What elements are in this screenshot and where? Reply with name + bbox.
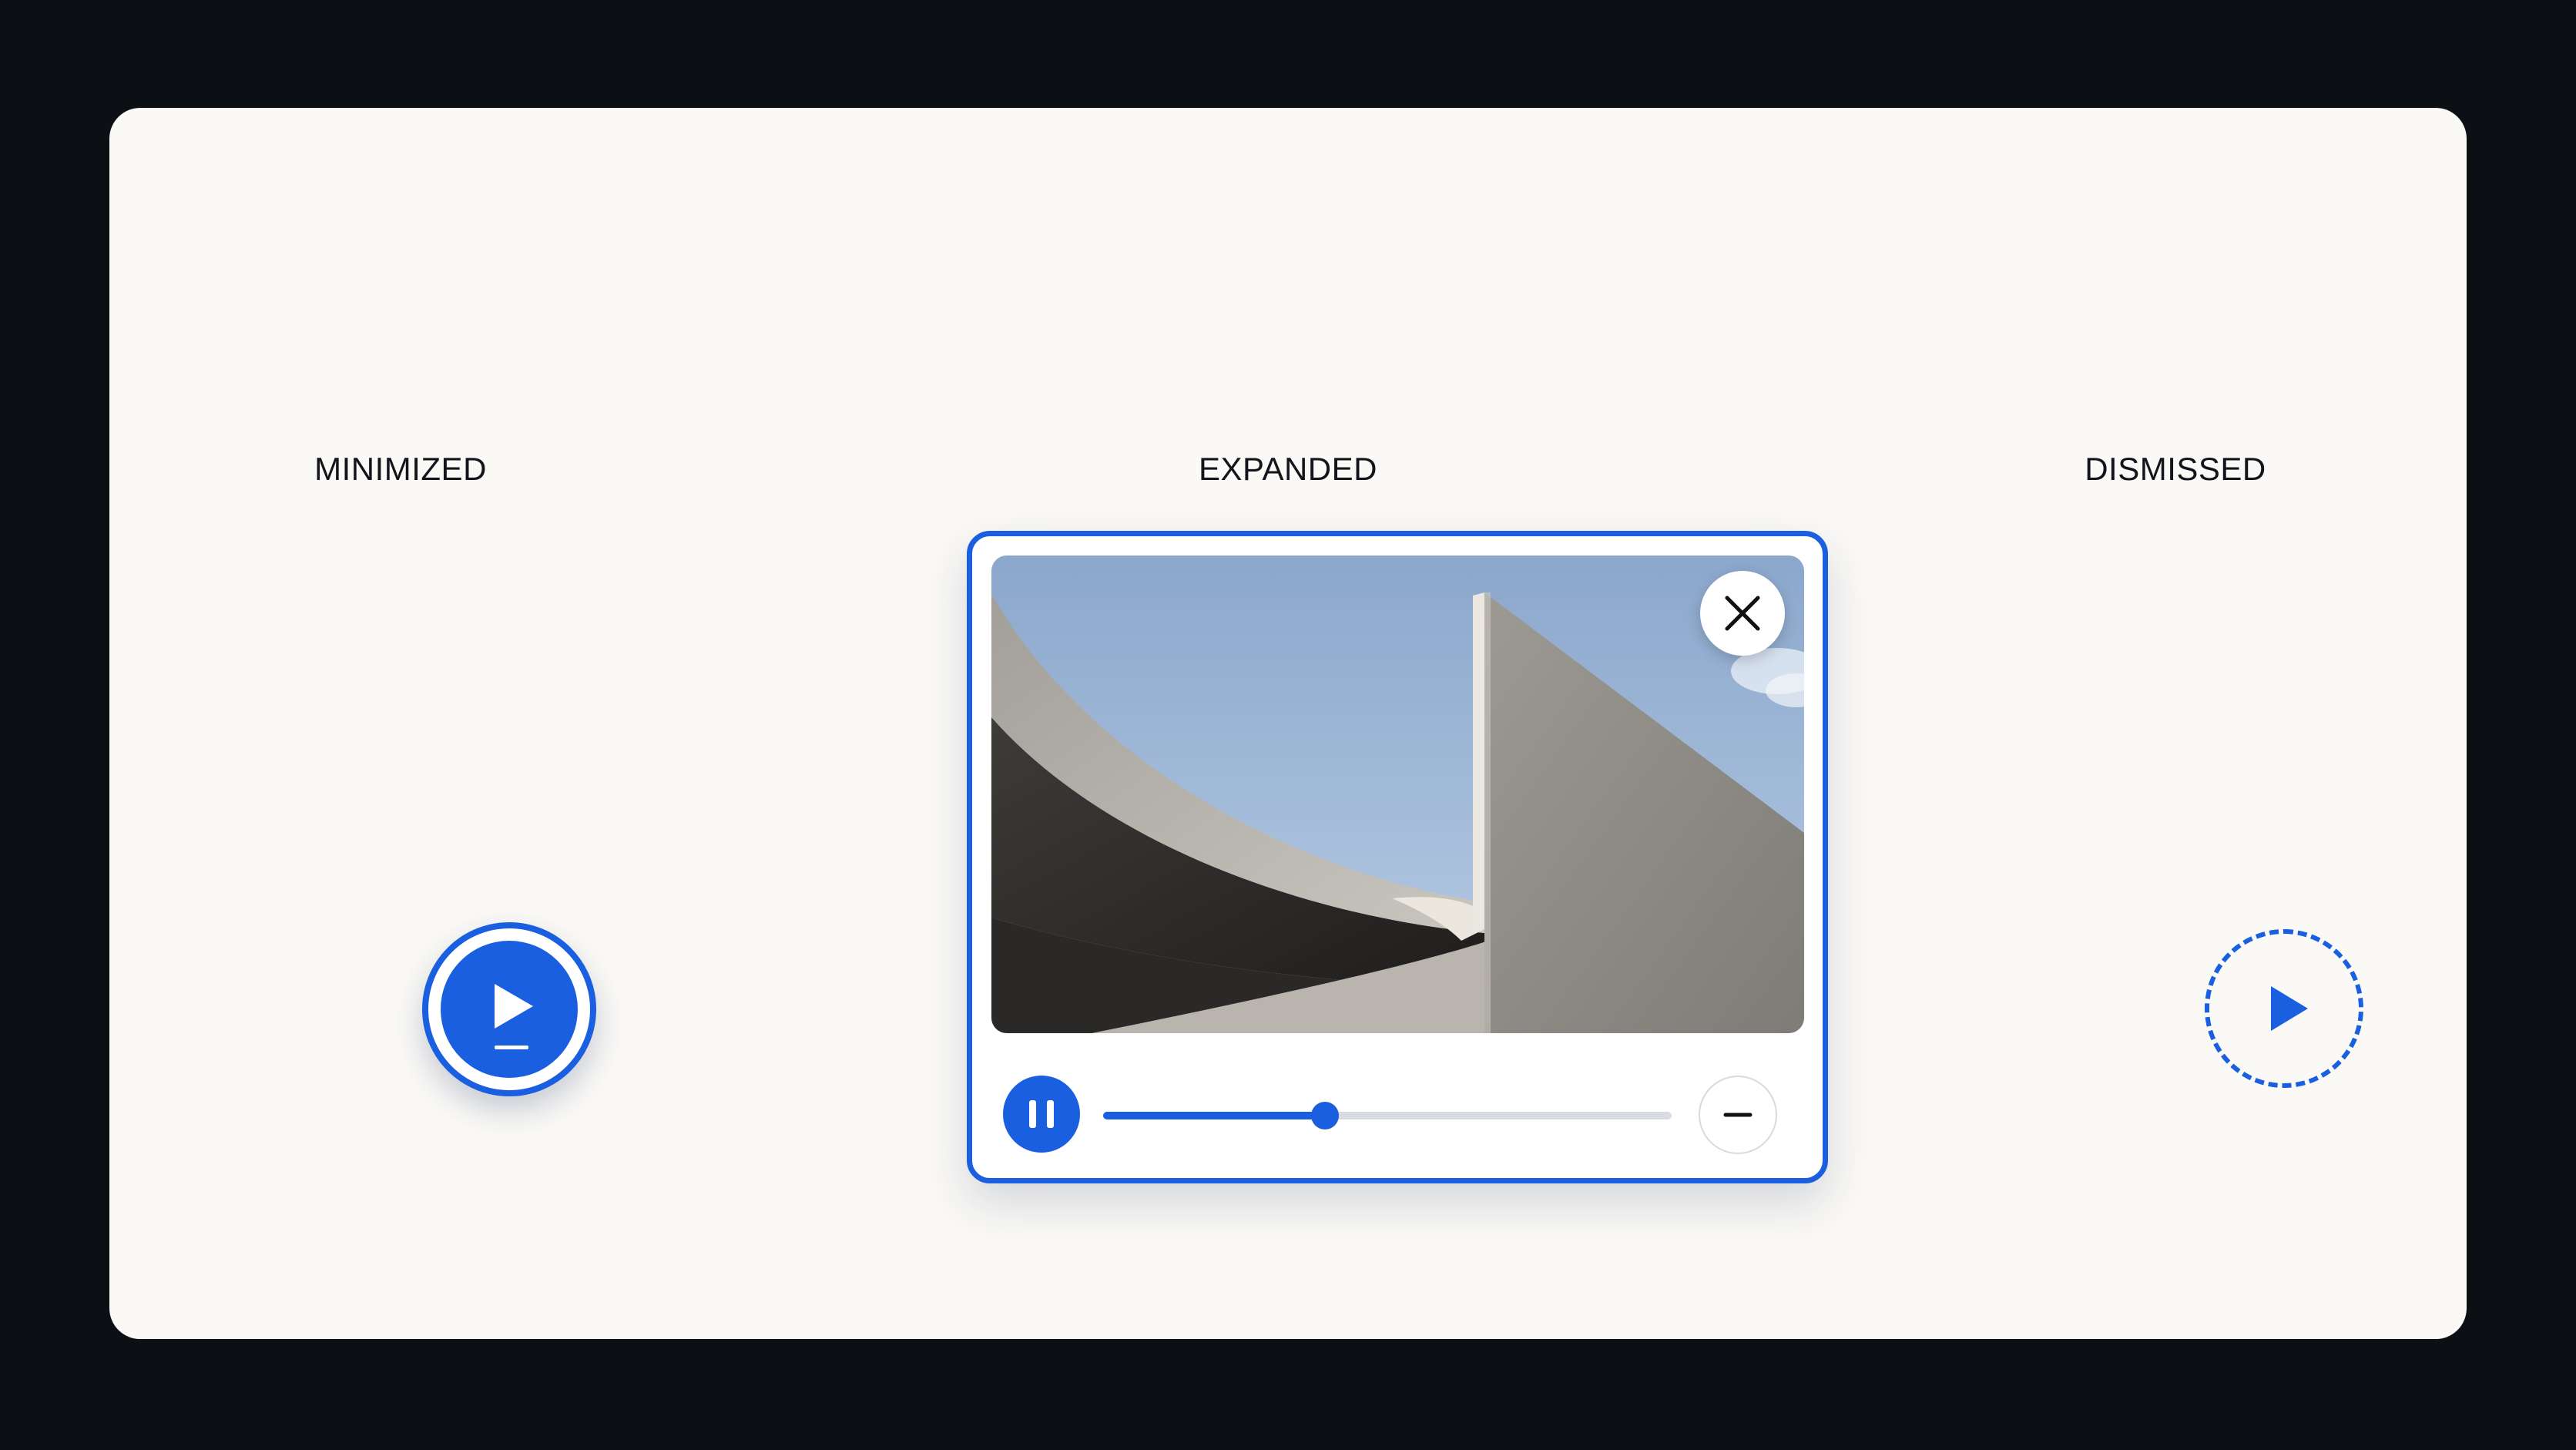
- concrete-architecture-image: [991, 555, 1804, 1033]
- dismissed-player-button[interactable]: [2205, 929, 2363, 1088]
- pause-button[interactable]: [1003, 1076, 1080, 1153]
- label-expanded: EXPANDED: [1199, 451, 1377, 487]
- video-frame[interactable]: [991, 555, 1804, 1033]
- minimized-player-button[interactable]: [422, 922, 596, 1096]
- close-icon: [1725, 596, 1760, 631]
- minimized-play-circle: [441, 941, 578, 1078]
- minus-icon: [1723, 1113, 1753, 1117]
- label-minimized: MINIMIZED: [314, 451, 487, 487]
- label-dismissed: DISMISSED: [2085, 451, 2266, 487]
- play-icon: [495, 984, 533, 1049]
- close-button[interactable]: [1700, 571, 1785, 656]
- play-icon: [2271, 986, 2308, 1031]
- pause-icon: [1029, 1100, 1054, 1128]
- progress-slider[interactable]: [1103, 1102, 1672, 1129]
- progress-thumb[interactable]: [1310, 1102, 1339, 1129]
- expanded-player: [967, 531, 1828, 1183]
- states-card: MINIMIZED EXPANDED DISMISSED: [109, 108, 2467, 1339]
- progress-fill: [1103, 1112, 1325, 1119]
- minimize-button[interactable]: [1699, 1076, 1777, 1154]
